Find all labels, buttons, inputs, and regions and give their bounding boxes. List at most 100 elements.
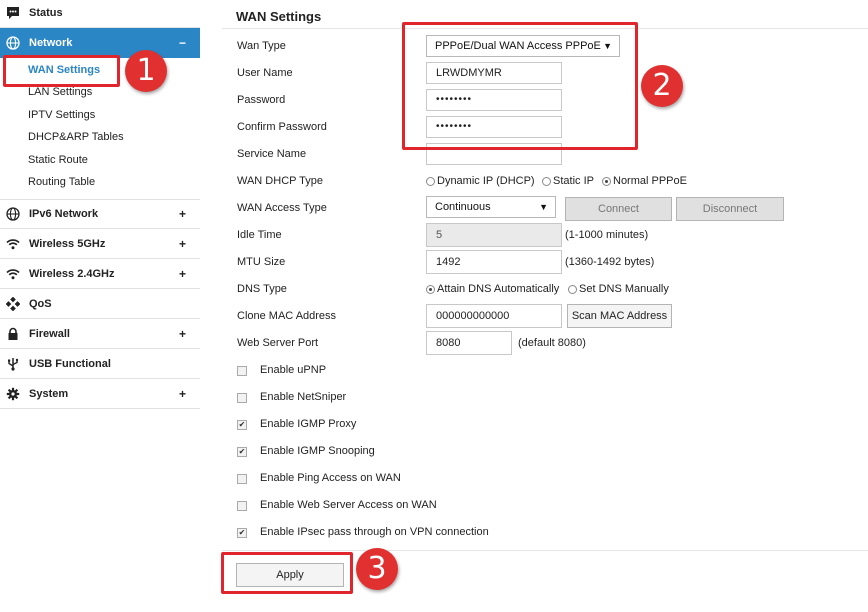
gear-icon <box>6 387 20 401</box>
enable-igmp-proxy-label: Enable IGMP Proxy <box>260 418 357 430</box>
annotation-badge-1: 1 <box>125 50 167 92</box>
sidebar-subitem-lan-settings[interactable]: LAN Settings <box>28 86 92 98</box>
sidebar-item-label: IPv6 Network <box>29 208 99 220</box>
idle-time-label: Idle Time <box>237 229 282 241</box>
enable-ipsec-passthrough-label: Enable IPsec pass through on VPN connect… <box>260 526 489 538</box>
expand-icon[interactable]: + <box>179 207 186 221</box>
disconnect-button[interactable]: Disconnect <box>676 197 784 221</box>
sidebar-item-ipv6-network[interactable]: IPv6 Network + <box>0 199 200 229</box>
collapse-icon[interactable]: − <box>179 36 186 50</box>
dropdown-arrow-icon: ▼ <box>539 202 548 212</box>
annotation-badge-3: 3 <box>356 548 398 590</box>
dhcp-option-label: Static IP <box>553 175 594 187</box>
sidebar-item-label: Wireless 5GHz <box>29 237 106 250</box>
web-server-port-label: Web Server Port <box>237 337 319 349</box>
expand-icon[interactable]: + <box>179 267 186 281</box>
dhcp-option-label: Normal PPPoE <box>613 175 687 187</box>
sidebar: Status Network − WAN Settings LAN Settin… <box>0 0 200 612</box>
sidebar-subitem-routing-table[interactable]: Routing Table <box>28 176 95 188</box>
dns-option-auto[interactable]: Attain DNS Automatically <box>426 283 559 295</box>
radio-button-selected[interactable] <box>426 284 435 294</box>
sidebar-item-wireless-5ghz[interactable]: Wireless 5GHz + <box>0 229 200 259</box>
annotation-box-2 <box>402 22 638 150</box>
sidebar-item-qos[interactable]: QoS <box>0 289 200 319</box>
wan-access-type-value: Continuous <box>435 201 491 213</box>
chat-icon <box>6 6 20 20</box>
mtu-size-label: MTU Size <box>237 256 286 268</box>
sidebar-subitem-iptv-settings[interactable]: IPTV Settings <box>28 109 95 121</box>
footer-divider <box>222 550 868 551</box>
sidebar-item-wireless-24ghz[interactable]: Wireless 2.4GHz + <box>0 259 200 289</box>
sidebar-item-label: Network <box>29 37 73 49</box>
annotation-box-1 <box>3 55 120 87</box>
idle-time-input[interactable]: 5 <box>426 223 562 247</box>
annotation-box-3 <box>221 552 353 594</box>
qos-icon <box>6 296 20 311</box>
dhcp-option-label: Dynamic IP (DHCP) <box>437 175 535 187</box>
clone-mac-label: Clone MAC Address <box>237 310 337 322</box>
sidebar-item-label: QoS <box>29 297 52 310</box>
sidebar-item-label: System <box>29 387 69 400</box>
clone-mac-input[interactable]: 000000000000 <box>426 304 562 328</box>
sidebar-item-status[interactable]: Status <box>0 0 200 28</box>
sidebar-item-label: USB Functional <box>29 357 111 370</box>
sidebar-item-label: Firewall <box>29 327 70 340</box>
wan-dhcp-type-label: WAN DHCP Type <box>237 175 323 187</box>
dhcp-option-dynamic[interactable]: Dynamic IP (DHCP) <box>426 175 535 187</box>
enable-ping-access-label: Enable Ping Access on WAN <box>260 472 401 484</box>
radio-button[interactable] <box>568 284 577 294</box>
sidebar-item-firewall[interactable]: Firewall + <box>0 319 200 349</box>
sidebar-item-system[interactable]: System + <box>0 379 200 409</box>
wan-access-type-select[interactable]: Continuous ▼ <box>426 196 556 218</box>
dhcp-option-static[interactable]: Static IP <box>542 175 594 187</box>
mtu-size-input[interactable]: 1492 <box>426 250 562 274</box>
wifi-icon <box>6 237 20 251</box>
radio-button[interactable] <box>542 176 551 186</box>
dns-option-label: Set DNS Manually <box>579 283 669 295</box>
page-title: WAN Settings <box>236 9 322 24</box>
enable-netsniper-checkbox[interactable] <box>237 393 247 403</box>
annotation-badge-2: 2 <box>641 65 683 107</box>
sidebar-item-label: Wireless 2.4GHz <box>29 267 115 280</box>
sidebar-item-usb-functional[interactable]: USB Functional <box>0 349 200 379</box>
enable-igmp-proxy-checkbox[interactable]: ✔ <box>237 420 247 430</box>
expand-icon[interactable]: + <box>179 387 186 401</box>
globe-icon <box>6 207 20 221</box>
web-server-port-input[interactable]: 8080 <box>426 331 512 355</box>
enable-igmp-snooping-checkbox[interactable]: ✔ <box>237 447 247 457</box>
connect-button[interactable]: Connect <box>565 197 672 221</box>
lock-icon <box>6 327 20 341</box>
sidebar-subitem-dhcp-arp-tables[interactable]: DHCP&ARP Tables <box>28 131 124 143</box>
radio-button-selected[interactable] <box>602 176 611 186</box>
wifi-icon <box>6 267 20 281</box>
user-name-label: User Name <box>237 67 293 79</box>
enable-ping-access-checkbox[interactable] <box>237 474 247 484</box>
sidebar-subitem-static-route[interactable]: Static Route <box>28 154 88 166</box>
password-label: Password <box>237 94 286 106</box>
dns-option-label: Attain DNS Automatically <box>437 283 560 295</box>
radio-button[interactable] <box>426 176 435 186</box>
enable-netsniper-label: Enable NetSniper <box>260 391 347 403</box>
web-server-port-hint: (default 8080) <box>518 337 586 349</box>
idle-time-hint: (1-1000 minutes) <box>565 229 649 241</box>
expand-icon[interactable]: + <box>179 327 186 341</box>
enable-web-server-access-label: Enable Web Server Access on WAN <box>260 499 437 511</box>
expand-icon[interactable]: + <box>179 237 186 251</box>
wan-access-type-label: WAN Access Type <box>237 202 327 214</box>
wan-type-label: Wan Type <box>237 40 286 52</box>
mtu-size-hint: (1360-1492 bytes) <box>565 256 655 268</box>
scan-mac-address-button[interactable]: Scan MAC Address <box>567 304 672 328</box>
sidebar-item-label: Status <box>29 6 63 19</box>
enable-igmp-snooping-label: Enable IGMP Snooping <box>260 445 375 457</box>
dns-option-manual[interactable]: Set DNS Manually <box>568 283 669 295</box>
enable-web-server-access-checkbox[interactable] <box>237 501 247 511</box>
enable-upnp-checkbox[interactable] <box>237 366 247 376</box>
dhcp-option-normal-pppoe[interactable]: Normal PPPoE <box>602 175 687 187</box>
confirm-password-label: Confirm Password <box>237 121 327 133</box>
sidebar-item-network[interactable]: Network − <box>0 28 200 58</box>
enable-ipsec-passthrough-checkbox[interactable]: ✔ <box>237 528 247 538</box>
globe-icon <box>6 36 20 50</box>
usb-icon <box>6 357 20 371</box>
service-name-label: Service Name <box>237 148 307 160</box>
dns-type-label: DNS Type <box>237 283 287 295</box>
